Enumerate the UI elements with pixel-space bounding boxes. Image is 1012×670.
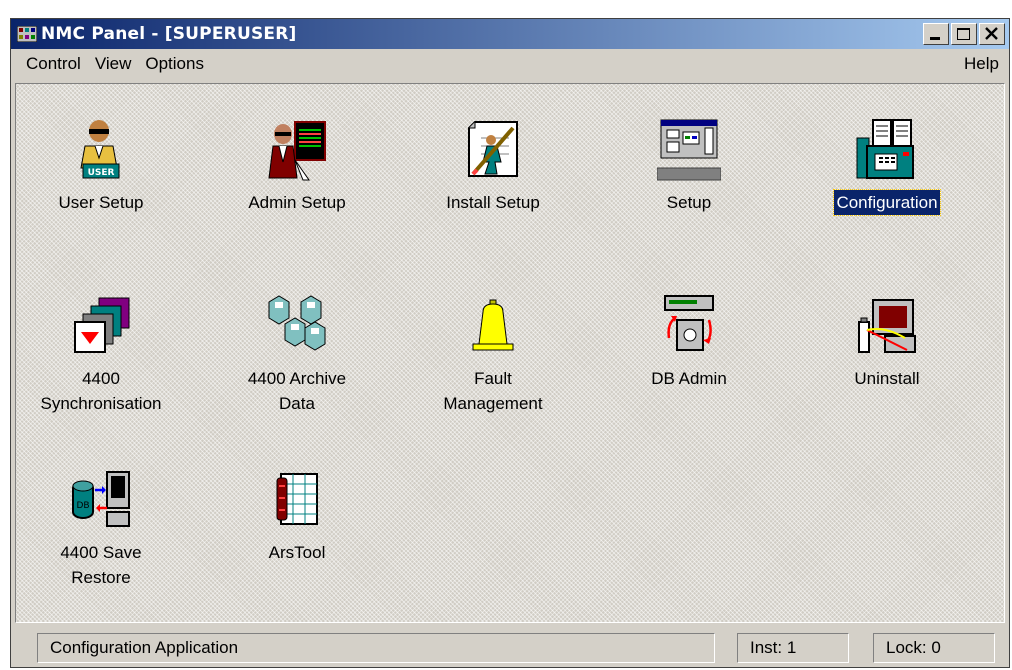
tile-admin-setup[interactable]: Admin Setup [212,118,382,215]
tile-4400-synchronisation[interactable]: 4400 Synchronisation [16,294,186,416]
tile-install-setup[interactable]: Install Setup [408,118,578,215]
tile-label: Uninstall [854,369,920,388]
menu-bar: Control View Options Help [11,49,1009,79]
setup-icon [657,119,721,181]
status-lock: Lock: 0 [873,633,995,663]
minimize-button[interactable] [923,23,949,45]
tile-arstool[interactable]: ArsTool [212,468,382,565]
status-bar: Configuration Application Inst: 1 Lock: … [11,627,1009,667]
archive-data-icon [268,295,326,351]
svg-text:USER: USER [88,168,115,178]
tile-label: DB Admin [651,369,727,388]
tile-4400-archive-data[interactable]: 4400 Archive Data [212,294,382,416]
configuration-icon [856,119,914,179]
status-message: Configuration Application [37,633,715,663]
save-restore-icon: DB [72,471,130,527]
uninstall-icon [858,299,916,353]
tile-db-admin[interactable]: DB Admin [604,294,774,391]
maximize-icon [957,28,970,40]
applications-panel: USER User Setup Admin Setup Install Setu… [15,83,1005,623]
maximize-button[interactable] [951,23,977,45]
db-admin-icon [664,295,714,351]
tile-label: 4400 Archive Data [247,369,347,413]
tile-label: User Setup [58,193,144,212]
synchronisation-icon [74,297,130,353]
fault-bell-icon [472,299,514,351]
tile-label: Setup [666,193,712,212]
tile-label: 4400 Synchronisation [40,369,162,413]
tile-fault-management[interactable]: Fault Management [408,294,578,416]
admin-setup-icon [268,121,326,181]
tile-user-setup[interactable]: USER User Setup [16,118,186,215]
status-inst: Inst: 1 [737,633,849,663]
menu-options[interactable]: Options [138,54,211,74]
tile-configuration[interactable]: Configuration [802,118,972,216]
tile-4400-save-restore[interactable]: DB 4400 Save Restore [16,468,186,590]
minimize-icon [930,37,940,40]
close-icon [985,27,998,40]
app-icon[interactable] [17,26,37,42]
menu-help[interactable]: Help [960,54,1003,74]
tile-label: 4400 Save Restore [60,543,142,587]
menu-control[interactable]: Control [19,54,88,74]
tile-label: Install Setup [446,193,540,212]
install-setup-icon [468,121,518,177]
tile-label: Configuration [833,189,941,216]
user-setup-icon: USER [80,120,120,179]
window-title: NMC Panel - [SUPERUSER] [41,24,297,44]
tile-label: Admin Setup [248,193,346,212]
arstool-icon [276,473,318,525]
title-bar[interactable]: NMC Panel - [SUPERUSER] [11,19,1009,49]
svg-text:DB: DB [76,501,89,511]
tile-uninstall[interactable]: Uninstall [802,294,972,391]
close-button[interactable] [979,23,1005,45]
tile-setup[interactable]: Setup [604,118,774,215]
menu-view[interactable]: View [88,54,139,74]
tile-label: Fault Management [443,369,543,413]
nmc-panel-window: NMC Panel - [SUPERUSER] Control View Opt… [10,18,1010,668]
tile-label: ArsTool [268,543,326,562]
